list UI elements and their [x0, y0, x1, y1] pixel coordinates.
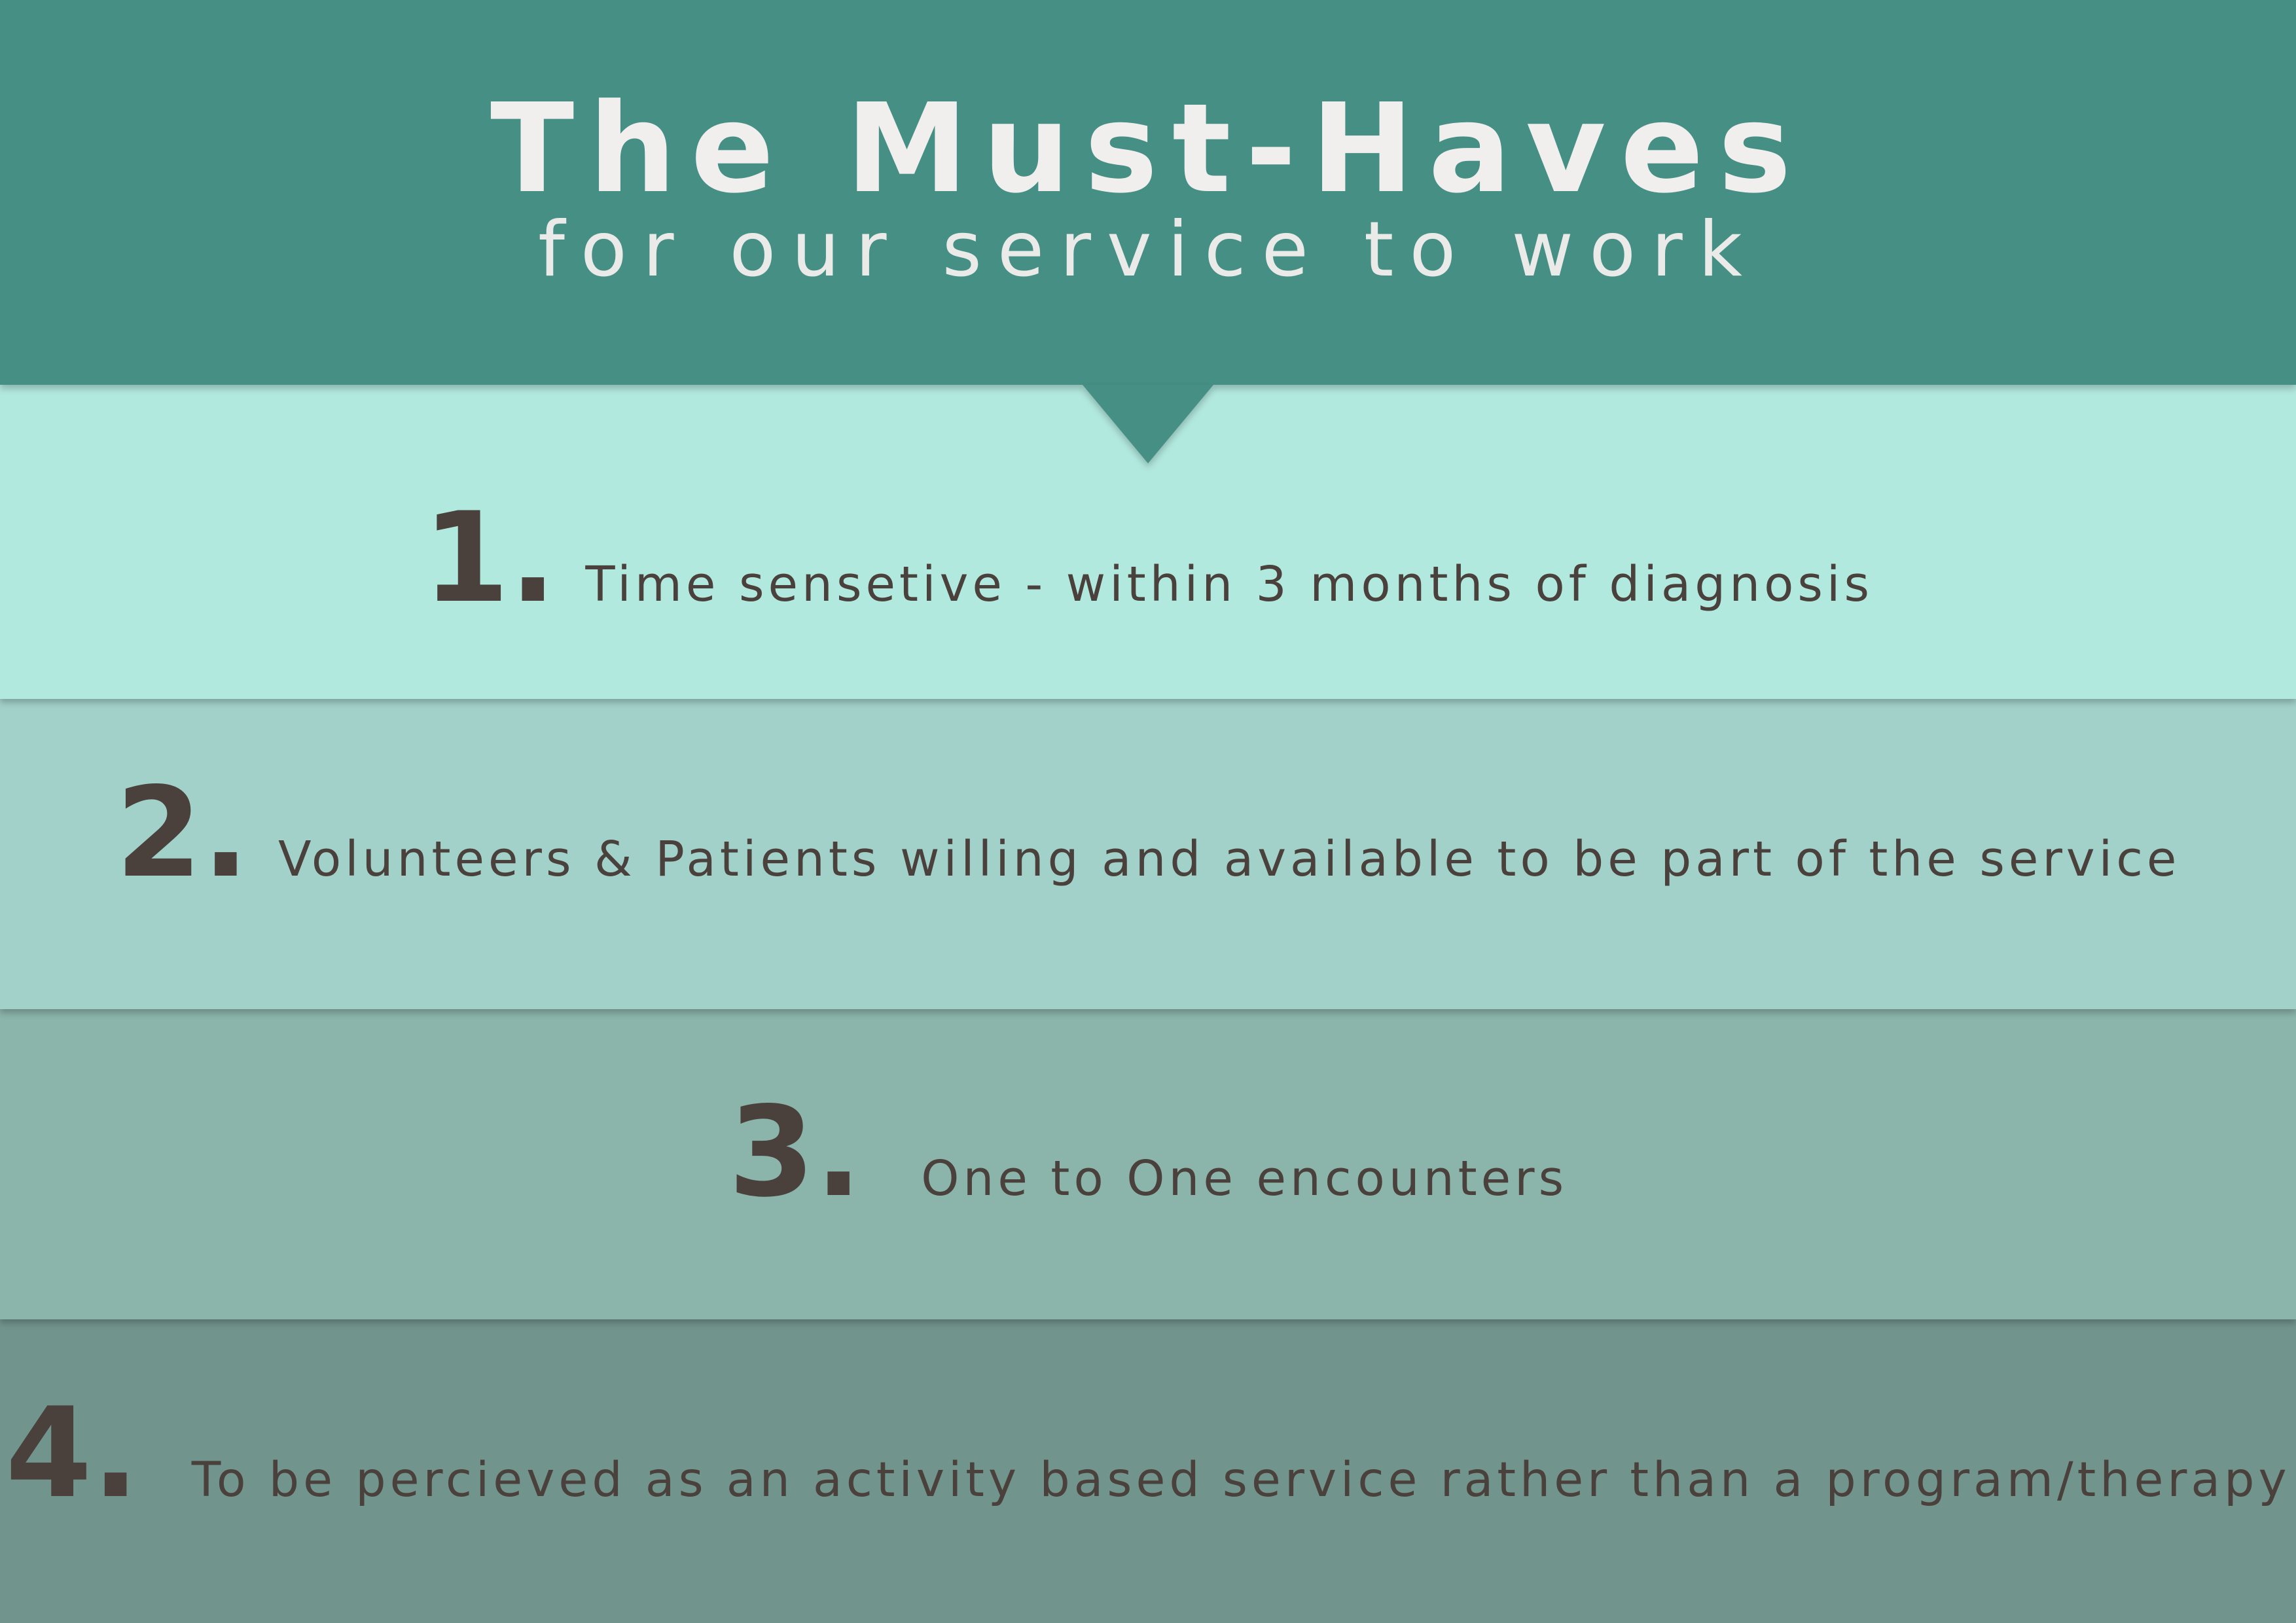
page-subtitle: for our service to work [538, 205, 1758, 294]
list-item: 1. Time sensetive - within 3 months of di… [0, 496, 2296, 620]
header-banner: The Must-Haves for our service to work [0, 0, 2296, 385]
item-number: 3. [728, 1080, 863, 1224]
infographic-page: The Must-Haves for our service to work 1… [0, 0, 2296, 1623]
item-number: 2. [115, 760, 249, 905]
list-item: 2. Volunteers & Patients willing and avai… [0, 771, 2296, 895]
must-have-row-3: 3. One to One encounters [0, 1009, 2296, 1319]
list-item: 3. One to One encounters [0, 1090, 2296, 1215]
item-text: One to One encounters [921, 1150, 1568, 1207]
item-text: To be percieved as an activity based ser… [191, 1452, 2291, 1508]
header-pointer-arrow [1083, 385, 1213, 463]
must-have-row-2: 2. Volunteers & Patients willing and avai… [0, 699, 2296, 1009]
item-text: Volunteers & Patients willing and availa… [278, 831, 2181, 887]
item-number: 1. [422, 486, 557, 630]
item-number: 4. [5, 1381, 139, 1525]
list-item: 4. To be percieved as an activity based s… [0, 1391, 2296, 1516]
page-title: The Must-Haves [490, 77, 1806, 221]
item-text: Time sensetive - within 3 months of diag… [585, 556, 1874, 613]
must-have-row-4: 4. To be percieved as an activity based s… [0, 1319, 2296, 1623]
